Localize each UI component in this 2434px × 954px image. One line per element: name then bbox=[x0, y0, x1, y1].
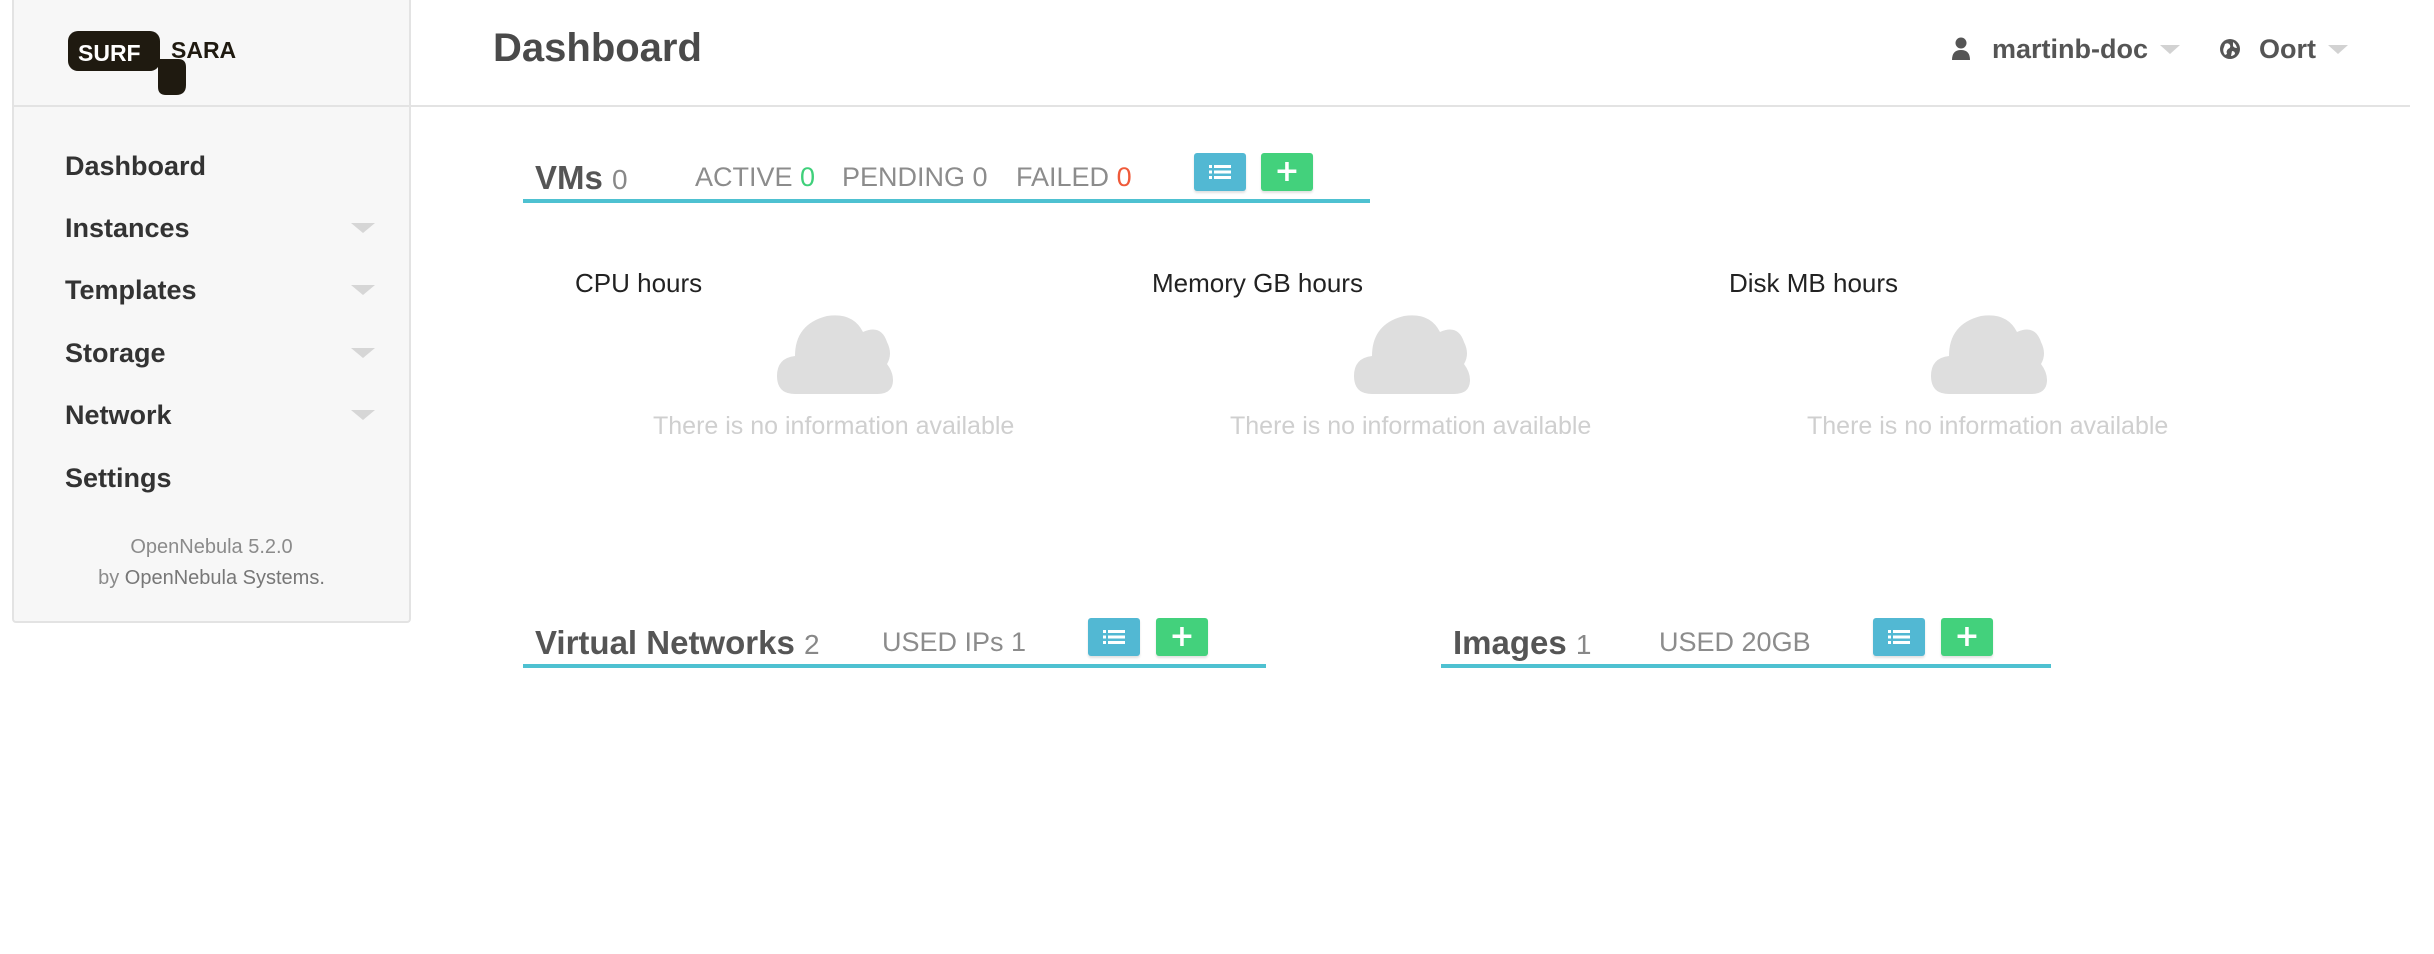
vms-header: VMs 0 ACTIVE 0 PENDING 0 FAILED 0 + bbox=[523, 147, 1370, 203]
images-count: 1 bbox=[1575, 629, 1592, 660]
list-icon bbox=[1209, 165, 1231, 179]
sidebar-item-network[interactable]: Network bbox=[65, 393, 375, 437]
sidebar-footer: OpenNebula 5.2.0 by OpenNebula Systems. bbox=[14, 532, 409, 594]
vnets-header: Virtual Networks 2 USED IPs 1 + bbox=[523, 612, 1266, 668]
zone-name: Oort bbox=[2259, 33, 2316, 64]
logo-area: SURF SARA bbox=[14, 0, 409, 107]
plus-icon: + bbox=[1954, 619, 1980, 654]
sidebar-item-label: Templates bbox=[65, 274, 197, 305]
logo-left-text: SURF bbox=[78, 40, 141, 66]
disk-mb-hours-chart: Disk MB hours There is no information av… bbox=[1729, 268, 2229, 448]
cpu-hours-chart: CPU hours There is no information availa… bbox=[575, 268, 1075, 448]
sidebar-item-label: Instances bbox=[65, 212, 190, 243]
vms-list-button[interactable] bbox=[1194, 153, 1246, 191]
vnets-count: 2 bbox=[803, 629, 820, 660]
images-label: Images bbox=[1453, 624, 1567, 661]
sidebar-item-label: Network bbox=[65, 399, 172, 430]
used-ips-count: 1 bbox=[1011, 627, 1027, 657]
chart-title: CPU hours bbox=[575, 268, 703, 298]
pending-count: 0 bbox=[972, 162, 988, 192]
sidebar-item-label: Dashboard bbox=[65, 150, 207, 181]
images-list-button[interactable] bbox=[1873, 618, 1925, 656]
memory-gb-hours-chart: Memory GB hours There is no information … bbox=[1152, 268, 1652, 448]
failed-count: 0 bbox=[1116, 162, 1132, 192]
sidebar-item-templates[interactable]: Templates bbox=[65, 268, 375, 312]
credits: by OpenNebula Systems. bbox=[14, 563, 409, 594]
chevron-down-icon bbox=[351, 410, 375, 420]
images-title: Images 1 bbox=[1453, 624, 1591, 662]
vms-label: VMs bbox=[535, 159, 603, 196]
cloud-icon bbox=[1931, 315, 2047, 394]
used-ips-label: USED IPs bbox=[882, 627, 1004, 657]
plus-icon: + bbox=[1169, 619, 1195, 654]
company-link[interactable]: OpenNebula Systems. bbox=[125, 567, 325, 589]
vms-title: VMs 0 bbox=[535, 159, 628, 197]
surfsara-logo[interactable]: SURF SARA bbox=[68, 25, 258, 97]
no-data-message: There is no information available bbox=[1230, 412, 1592, 440]
sidebar-item-settings[interactable]: Settings bbox=[65, 456, 375, 500]
vms-pending-stat: PENDING 0 bbox=[842, 162, 988, 193]
cloud-icon bbox=[777, 315, 893, 394]
failed-label: FAILED bbox=[1016, 162, 1110, 192]
plus-icon: + bbox=[1274, 154, 1300, 189]
vnets-title: Virtual Networks 2 bbox=[535, 624, 820, 662]
sidebar: SURF SARA Dashboard Instances Templates … bbox=[12, 0, 411, 623]
vms-failed-stat: FAILED 0 bbox=[1016, 162, 1132, 193]
top-header: Dashboard martinb-doc Oort bbox=[411, 0, 2410, 107]
vms-add-button[interactable]: + bbox=[1261, 153, 1313, 191]
no-data-message: There is no information available bbox=[1807, 412, 2169, 440]
logo-right-text: SARA bbox=[171, 37, 236, 63]
sidebar-item-instances[interactable]: Instances bbox=[65, 206, 375, 250]
zone-menu[interactable]: Oort bbox=[2219, 32, 2348, 66]
page-title: Dashboard bbox=[493, 26, 702, 70]
username: martinb-doc bbox=[1992, 33, 2149, 64]
chart-title: Memory GB hours bbox=[1152, 268, 1363, 298]
vnets-list-button[interactable] bbox=[1088, 618, 1140, 656]
sidebar-item-storage[interactable]: Storage bbox=[65, 331, 375, 375]
used-size: 20GB bbox=[1741, 627, 1811, 657]
sidebar-item-label: Storage bbox=[65, 337, 166, 368]
chevron-down-icon bbox=[2160, 44, 2181, 54]
credits-prefix: by bbox=[98, 567, 120, 589]
chevron-down-icon bbox=[2328, 44, 2348, 54]
vnets-label: Virtual Networks bbox=[535, 624, 795, 661]
no-data-message: There is no information available bbox=[653, 412, 1015, 440]
images-header: Images 1 USED 20GB + bbox=[1441, 612, 2051, 668]
sidebar-item-dashboard[interactable]: Dashboard bbox=[65, 144, 375, 188]
cloud-icon bbox=[1354, 315, 1470, 394]
pending-label: PENDING bbox=[842, 162, 966, 192]
user-menu[interactable]: martinb-doc bbox=[1952, 32, 2181, 66]
chevron-down-icon bbox=[351, 285, 375, 295]
chart-title: Disk MB hours bbox=[1729, 268, 1899, 298]
version-text: OpenNebula 5.2.0 bbox=[130, 536, 293, 558]
globe-icon bbox=[2220, 39, 2240, 59]
vnets-add-button[interactable]: + bbox=[1156, 618, 1208, 656]
chevron-down-icon bbox=[351, 223, 375, 233]
active-count: 0 bbox=[800, 162, 816, 192]
list-icon bbox=[1888, 630, 1910, 644]
active-label: ACTIVE bbox=[695, 162, 793, 192]
vnets-used-stat: USED IPs 1 bbox=[882, 627, 1026, 658]
user-icon bbox=[1952, 37, 1970, 60]
vms-active-stat: ACTIVE 0 bbox=[695, 162, 815, 193]
images-add-button[interactable]: + bbox=[1941, 618, 1993, 656]
chevron-down-icon bbox=[351, 348, 375, 358]
images-used-stat: USED 20GB bbox=[1659, 627, 1811, 658]
used-label: USED bbox=[1659, 627, 1735, 657]
vms-count: 0 bbox=[612, 164, 628, 195]
list-icon bbox=[1103, 630, 1125, 644]
sidebar-item-label: Settings bbox=[65, 462, 172, 493]
